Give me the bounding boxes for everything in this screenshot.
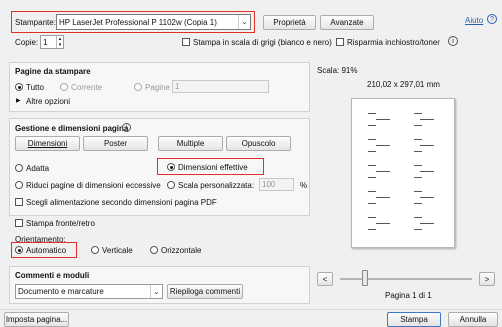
poster-button[interactable]: Poster <box>83 136 148 151</box>
pages-range-value: 1 <box>175 82 180 91</box>
pages-all-label: Tutto <box>26 83 44 92</box>
booklet-button[interactable]: Opuscolo <box>226 136 291 151</box>
grayscale-checkbox[interactable] <box>182 38 190 46</box>
preview-text-line <box>376 223 390 224</box>
preview-text-line <box>414 203 422 204</box>
comments-select[interactable]: Documento e marcature ⌄ <box>15 284 163 299</box>
preview-text-line <box>420 171 434 172</box>
orientation-auto-label: Automatico <box>26 246 67 255</box>
percent-label: % <box>300 181 308 190</box>
duplex-checkbox[interactable] <box>15 219 23 227</box>
expand-triangle-icon[interactable]: ▶ <box>16 97 21 104</box>
preview-text-line <box>420 223 434 224</box>
pages-all-radio[interactable] <box>15 83 23 91</box>
preview-text-line <box>414 125 422 126</box>
preview-text-line <box>414 113 422 114</box>
pages-range-radio[interactable] <box>134 83 142 91</box>
orientation-landscape-label: Orizzontale <box>161 246 202 255</box>
footer-divider <box>0 309 502 310</box>
preview-text-line <box>368 217 376 218</box>
fit-radio[interactable] <box>15 164 23 172</box>
page-info: Pagina 1 di 1 <box>385 291 432 300</box>
preview-text-line <box>368 151 376 152</box>
summarize-comments-button[interactable]: Riepiloga commenti <box>167 284 243 299</box>
preview-text-line <box>414 177 422 178</box>
page-preview <box>351 98 455 248</box>
pages-range-input[interactable]: 1 <box>172 80 269 93</box>
preview-text-line <box>414 217 422 218</box>
page-slider-track[interactable] <box>340 278 472 280</box>
save-ink-checkbox[interactable] <box>336 38 344 46</box>
orientation-auto-radio[interactable] <box>15 246 23 254</box>
copies-label: Copie: <box>15 38 39 47</box>
preview-text-line <box>414 139 422 140</box>
preview-text-line <box>414 151 422 152</box>
page-dimensions: 210,02 x 297,01 mm <box>367 80 440 89</box>
preview-text-line <box>368 165 376 166</box>
copies-value: 1 <box>43 37 48 47</box>
page-setup-button[interactable]: Imposta pagina... <box>4 312 69 327</box>
preview-text-line <box>420 197 434 198</box>
preview-text-line <box>414 229 422 230</box>
orientation-landscape-radio[interactable] <box>150 246 158 254</box>
preview-text-line <box>376 119 390 120</box>
copies-stepper-icon[interactable]: ▴ ▾ <box>56 36 63 48</box>
custom-scale-input[interactable]: 100 <box>259 178 294 191</box>
shrink-label: Riduci pagine di dimensioni eccessive <box>26 181 161 190</box>
pages-title: Pagine da stampare <box>15 67 91 76</box>
comments-select-value: Documento e marcature <box>18 287 104 296</box>
chevron-down-icon: ⌄ <box>150 285 162 298</box>
sizing-title: Gestione e dimensioni pagina <box>15 124 129 133</box>
fit-label: Adatta <box>26 164 50 173</box>
info-icon[interactable]: i <box>448 36 458 46</box>
grayscale-label: Stampa in scala di grigi (bianco e nero) <box>193 38 332 47</box>
actual-size-label: Dimensioni effettive <box>178 163 248 172</box>
actual-size-radio[interactable] <box>167 163 175 171</box>
prev-page-button[interactable]: < <box>317 272 333 286</box>
properties-button[interactable]: Proprietà <box>263 15 316 30</box>
preview-text-line <box>368 125 376 126</box>
preview-text-line <box>368 229 376 230</box>
page-slider-handle[interactable] <box>362 270 368 286</box>
preview-text-line <box>376 197 390 198</box>
next-page-button[interactable]: > <box>479 272 495 286</box>
more-options-link[interactable]: Altre opzioni <box>26 97 70 106</box>
preview-text-line <box>376 171 390 172</box>
pages-current-label: Corrente <box>71 83 103 92</box>
custom-scale-value: 100 <box>262 180 276 189</box>
preview-text-line <box>376 145 390 146</box>
cancel-button[interactable]: Annulla <box>448 312 498 327</box>
help-icon[interactable]: ? <box>487 14 497 24</box>
preview-text-line <box>368 113 376 114</box>
preview-text-line <box>414 165 422 166</box>
pages-current-radio[interactable] <box>60 83 68 91</box>
print-button[interactable]: Stampa <box>387 312 441 327</box>
preview-text-line <box>368 177 376 178</box>
save-ink-label: Risparmia inchiostro/toner <box>347 38 440 47</box>
preview-text-line <box>368 203 376 204</box>
custom-scale-radio[interactable] <box>167 181 175 189</box>
shrink-radio[interactable] <box>15 181 23 189</box>
printer-highlight <box>11 11 255 33</box>
multiple-button[interactable]: Multiple <box>158 136 223 151</box>
comments-title: Commenti e moduli <box>15 271 90 280</box>
advanced-button[interactable]: Avanzate <box>320 15 374 30</box>
preview-text-line <box>368 191 376 192</box>
custom-scale-label: Scala personalizzata: <box>178 181 255 190</box>
orientation-portrait-label: Verticale <box>102 246 133 255</box>
help-link[interactable]: Aiuto <box>465 16 483 25</box>
preview-text-line <box>420 145 434 146</box>
duplex-label: Stampa fronte/retro <box>26 219 95 228</box>
preview-text-line <box>368 139 376 140</box>
orientation-portrait-radio[interactable] <box>91 246 99 254</box>
pages-range-label: Pagine <box>145 83 170 92</box>
paper-source-label: Scegli alimentazione secondo dimensioni … <box>26 198 217 207</box>
size-button[interactable]: Dimensioni <box>15 136 80 151</box>
preview-text-line <box>420 119 434 120</box>
scale-label: Scala: 91% <box>317 66 358 75</box>
paper-source-checkbox[interactable] <box>15 198 23 206</box>
copies-input[interactable]: 1 ▴ ▾ <box>40 35 64 49</box>
info-icon[interactable]: i <box>122 123 131 132</box>
preview-text-line <box>414 191 422 192</box>
